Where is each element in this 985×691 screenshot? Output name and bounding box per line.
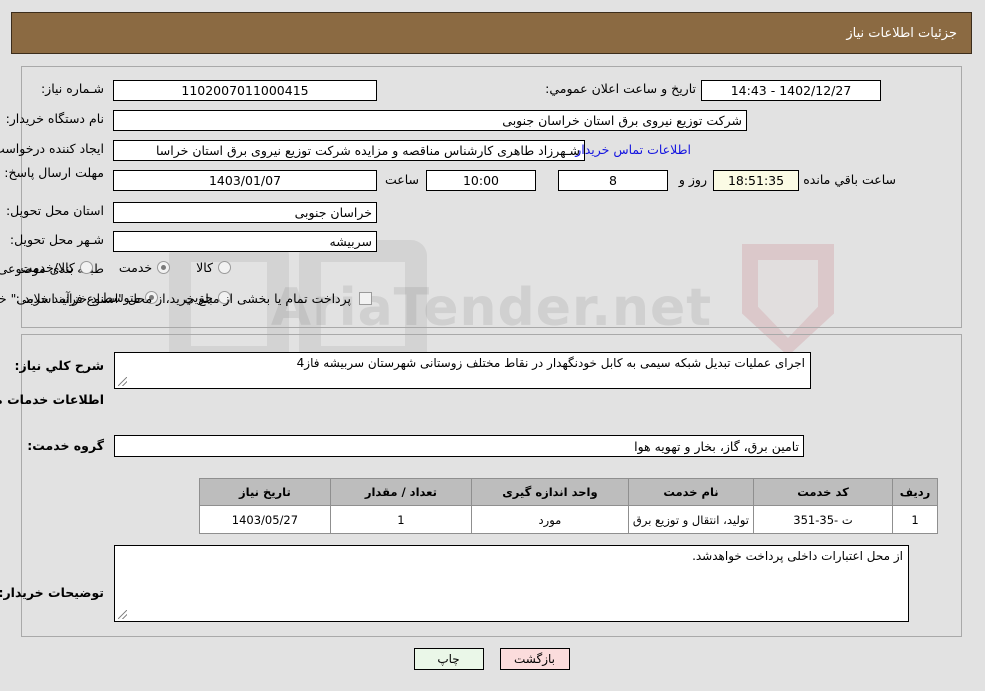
print-button[interactable]: چاپ bbox=[414, 648, 485, 670]
field-city-label: شـهر محل تحویل: bbox=[10, 232, 105, 247]
back-button[interactable]: بازگشت bbox=[500, 648, 571, 670]
city-value: سربیشه bbox=[114, 231, 378, 252]
category-radio-khedmat-label: خدمت bbox=[119, 260, 154, 275]
page-header: جزئیات اطلاعات نیاز bbox=[12, 12, 973, 54]
category-radio-khedmat[interactable]: خدمت bbox=[119, 260, 172, 275]
field-need-number-label: شـماره نیاز: bbox=[41, 81, 105, 96]
page-title: جزئیات اطلاعات نیاز bbox=[847, 25, 958, 41]
cell-date: 1403/05/27 bbox=[199, 505, 332, 534]
countdown-timer: 18:51:35 bbox=[714, 170, 800, 191]
field-public-announce-label: تاریخ و ساعت اعلان عمومي: bbox=[546, 81, 697, 96]
field-buyer-notes-label: توضیحات خریدار: bbox=[0, 585, 105, 600]
treasury-note-text: پرداخت تمام یا بخشی از مبلغ خرید،از محل … bbox=[0, 291, 352, 306]
cell-qty: 1 bbox=[330, 505, 473, 534]
buyer-contact-link[interactable]: اطلاعات تماس خریدار bbox=[576, 142, 692, 157]
need-number-value: 1102007011000415 bbox=[114, 80, 378, 101]
remaining-hours-label: ساعت باقي مانده bbox=[804, 172, 897, 187]
radio-circle-khedmat[interactable] bbox=[158, 261, 172, 274]
cell-code: ت -35-351 bbox=[754, 505, 894, 534]
services-heading: اطلاعات خدمات مورد نیاز bbox=[0, 392, 105, 407]
category-radio-kala-label: کالا bbox=[197, 260, 214, 275]
deadline-date-value: 1403/01/07 bbox=[114, 170, 378, 191]
deadline-time-value: 10:00 bbox=[427, 170, 537, 191]
table-header-row: ردیف کد خدمت نام خدمت واحد اندازه گیری ت… bbox=[199, 478, 939, 506]
field-buyer-org-label: نام دستگاه خریدار: bbox=[6, 111, 105, 126]
category-radio-group[interactable]: کالا خدمت کالا/خدمت bbox=[0, 260, 232, 275]
remaining-days-label: روز و bbox=[679, 172, 708, 187]
buyer-contact-link-wrap[interactable]: اطلاعات تماس خریدار bbox=[576, 142, 692, 157]
public-announce-value: 1402/12/27 - 14:43 bbox=[702, 80, 882, 101]
col-row: ردیف bbox=[893, 478, 939, 506]
service-group-value: تامین برق، گاز، بخار و تهویه هوا bbox=[115, 435, 805, 457]
radio-circle-kala[interactable] bbox=[219, 261, 232, 274]
action-button-bar: بازگشت چاپ bbox=[0, 648, 985, 670]
buyer-notes-textarea[interactable]: از محل اعتبارات داخلی پرداخت خواهدشد. bbox=[115, 545, 910, 622]
need-info-panel bbox=[22, 66, 963, 328]
buyer-org-value: شرکت توزیع نیروی برق استان خراسان جنوبی bbox=[114, 110, 748, 131]
cell-unit: مورد bbox=[471, 505, 630, 534]
table-row: 1 ت -35-351 تولید، انتقال و توزیع برق مو… bbox=[199, 505, 939, 534]
field-summary-label: شرح کلي نیاز: bbox=[15, 358, 105, 373]
category-radio-kala[interactable]: کالا bbox=[197, 260, 232, 275]
deadline-hour-label: ساعت bbox=[385, 172, 420, 187]
treasury-checkbox[interactable] bbox=[360, 292, 373, 305]
col-qty: تعداد / مقدار bbox=[330, 478, 473, 506]
col-unit: واحد اندازه گیری bbox=[471, 478, 630, 506]
cell-name: تولید، انتقال و توزیع برق bbox=[628, 505, 756, 534]
col-name: نام خدمت bbox=[628, 478, 756, 506]
field-requester-label: ایجاد کننده درخواست: bbox=[0, 141, 105, 156]
remaining-days-value: 8 bbox=[559, 170, 669, 191]
col-date: تاریخ نیاز bbox=[199, 478, 332, 506]
category-radio-kala-khedmat[interactable]: کالا/خدمت bbox=[21, 260, 94, 275]
treasury-note[interactable]: پرداخت تمام یا بخشی از مبلغ خرید،از محل … bbox=[0, 291, 373, 306]
category-radio-kala-khedmat-label: کالا/خدمت bbox=[21, 260, 76, 275]
province-value: خراسان جنوبی bbox=[114, 202, 378, 223]
field-service-group-label: گروه خدمت: bbox=[28, 438, 105, 453]
requester-value: شـهرزاد طاهری کارشناس مناقصه و مزایده شر… bbox=[114, 140, 586, 161]
field-deadline-label: مهلت ارسال پاسخ: تا تاریخ: bbox=[0, 165, 105, 180]
services-table: ردیف کد خدمت نام خدمت واحد اندازه گیری ت… bbox=[199, 478, 939, 534]
col-code: کد خدمت bbox=[754, 478, 894, 506]
cell-row: 1 bbox=[893, 505, 939, 534]
radio-circle-kala-khedmat[interactable] bbox=[80, 261, 94, 274]
summary-textarea[interactable]: اجرای عملیات تبدیل شبکه سیمی به کابل خود… bbox=[115, 352, 812, 389]
field-province-label: استان محل تحویل: bbox=[6, 203, 105, 218]
